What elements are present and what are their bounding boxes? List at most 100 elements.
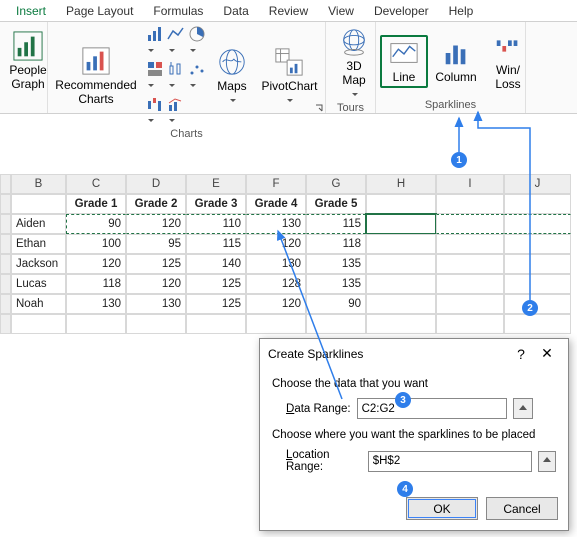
col-header[interactable]: C <box>66 174 126 194</box>
maps-button[interactable]: Maps <box>212 45 252 107</box>
sparkline-line-button[interactable]: Line <box>380 35 428 88</box>
data-cell[interactable]: 90 <box>66 214 126 234</box>
data-range-input[interactable] <box>357 398 507 419</box>
data-cell[interactable]: 118 <box>306 234 366 254</box>
3d-map-button[interactable]: 3DMap <box>330 25 378 101</box>
header-cell[interactable]: Grade 1 <box>66 194 126 214</box>
cancel-button[interactable]: Cancel <box>486 497 558 520</box>
cell[interactable] <box>366 214 436 234</box>
col-header[interactable]: F <box>246 174 306 194</box>
col-header[interactable]: D <box>126 174 186 194</box>
range-selector-button[interactable] <box>538 451 556 472</box>
tab-help[interactable]: Help <box>439 2 484 21</box>
chart-type-line[interactable] <box>167 25 185 57</box>
people-graph-label: PeopleGraph <box>9 64 46 92</box>
name-cell[interactable]: Jackson <box>11 254 66 274</box>
col-header[interactable]: H <box>366 174 436 194</box>
help-button[interactable]: ? <box>508 346 534 362</box>
chart-type-scatter[interactable] <box>188 60 206 92</box>
cell[interactable] <box>504 214 571 234</box>
people-graph-button[interactable]: PeopleGraph <box>4 29 52 94</box>
cell[interactable] <box>504 274 571 294</box>
cell[interactable] <box>436 234 504 254</box>
col-header[interactable]: B <box>11 174 66 194</box>
chart-type-bar[interactable] <box>146 25 164 57</box>
header-cell[interactable]: Grade 5 <box>306 194 366 214</box>
name-cell[interactable]: Lucas <box>11 274 66 294</box>
data-cell[interactable]: 120 <box>126 214 186 234</box>
chart-type-hier[interactable] <box>146 60 164 92</box>
tab-developer[interactable]: Developer <box>364 2 439 21</box>
sparkline-winloss-button[interactable]: Win/Loss <box>484 29 532 94</box>
worksheet: B C D E F G H I J Grade 1 Grade 2 Grade … <box>0 174 577 334</box>
cell[interactable] <box>504 254 571 274</box>
ok-button[interactable]: OK <box>406 497 478 520</box>
recommended-charts-button[interactable]: RecommendedCharts <box>52 44 140 109</box>
header-cell[interactable]: Grade 2 <box>126 194 186 214</box>
data-cell[interactable]: 100 <box>66 234 126 254</box>
data-cell[interactable]: 120 <box>246 234 306 254</box>
tab-view[interactable]: View <box>318 2 364 21</box>
name-cell[interactable]: Noah <box>11 294 66 314</box>
data-cell[interactable]: 118 <box>66 274 126 294</box>
data-cell[interactable]: 135 <box>306 254 366 274</box>
cell[interactable] <box>504 234 571 254</box>
data-cell[interactable]: 115 <box>306 214 366 234</box>
col-header[interactable]: G <box>306 174 366 194</box>
tab-review[interactable]: Review <box>259 2 318 21</box>
cell[interactable] <box>366 234 436 254</box>
name-cell[interactable]: Ethan <box>11 234 66 254</box>
data-cell[interactable]: 125 <box>186 294 246 314</box>
header-cell[interactable]: Grade 3 <box>186 194 246 214</box>
data-cell[interactable]: 130 <box>246 214 306 234</box>
data-cell[interactable]: 120 <box>246 294 306 314</box>
chart-type-pie[interactable] <box>188 25 206 57</box>
data-cell[interactable]: 130 <box>246 254 306 274</box>
data-cell[interactable]: 135 <box>306 274 366 294</box>
tab-page-layout[interactable]: Page Layout <box>56 2 143 21</box>
cell[interactable] <box>436 274 504 294</box>
name-cell[interactable]: Aiden <box>11 214 66 234</box>
close-button[interactable]: ✕ <box>534 345 560 362</box>
tab-insert[interactable]: Insert <box>6 2 56 21</box>
sparkline-line-label: Line <box>393 71 416 85</box>
data-cell[interactable]: 120 <box>66 254 126 274</box>
cell[interactable] <box>436 254 504 274</box>
data-cell[interactable]: 125 <box>126 254 186 274</box>
range-selector-button[interactable] <box>513 398 533 419</box>
location-range-input[interactable] <box>368 451 532 472</box>
cell[interactable] <box>366 294 436 314</box>
col-header[interactable]: E <box>186 174 246 194</box>
header-cell[interactable]: Grade 4 <box>246 194 306 214</box>
maps-label: Maps <box>217 80 246 94</box>
data-cell[interactable]: 140 <box>186 254 246 274</box>
location-range-label: Location Range: <box>286 449 362 473</box>
pivotchart-button[interactable]: PivotChart <box>258 45 321 107</box>
col-header[interactable]: I <box>436 174 504 194</box>
cell[interactable] <box>366 254 436 274</box>
cell[interactable] <box>366 274 436 294</box>
cell[interactable] <box>436 214 504 234</box>
chart-type-combo[interactable] <box>167 95 185 127</box>
data-cell[interactable]: 110 <box>186 214 246 234</box>
data-cell[interactable]: 130 <box>66 294 126 314</box>
data-cell[interactable]: 120 <box>126 274 186 294</box>
chart-type-stat[interactable] <box>167 60 185 92</box>
3d-map-label: 3DMap <box>342 60 365 88</box>
data-cell[interactable]: 115 <box>186 234 246 254</box>
data-cell[interactable]: 125 <box>186 274 246 294</box>
create-sparklines-dialog: Create Sparklines ? ✕ Choose the data th… <box>259 338 569 531</box>
tab-formulas[interactable]: Formulas <box>143 2 213 21</box>
data-cell[interactable]: 95 <box>126 234 186 254</box>
data-cell[interactable]: 90 <box>306 294 366 314</box>
cell[interactable] <box>504 294 571 314</box>
chart-type-waterfall[interactable] <box>146 95 164 127</box>
tab-data[interactable]: Data <box>213 2 258 21</box>
cell[interactable] <box>436 294 504 314</box>
sparkline-column-button[interactable]: Column <box>432 36 480 87</box>
data-cell[interactable]: 130 <box>126 294 186 314</box>
table-row: Grade 1 Grade 2 Grade 3 Grade 4 Grade 5 <box>0 194 577 214</box>
data-cell[interactable]: 128 <box>246 274 306 294</box>
col-header[interactable]: J <box>504 174 571 194</box>
dialog-launcher-icon[interactable] <box>315 104 323 112</box>
